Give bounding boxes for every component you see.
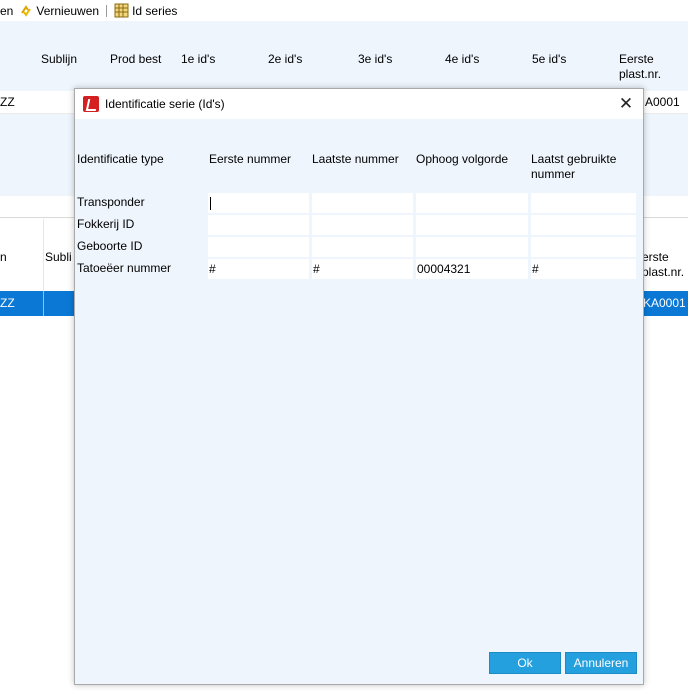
- header-identificatie-type: Identificatie type: [77, 152, 164, 166]
- grid1-col-sublijn[interactable]: Sublijn: [41, 52, 77, 67]
- toolbar: en Vernieuwen Id series: [0, 0, 688, 21]
- toolbar-item-partial-label: en: [0, 3, 14, 18]
- text-caret: [210, 197, 211, 211]
- header-laatst-gebruikte-nummer: Laatst gebruikte nummer: [531, 152, 617, 181]
- refresh-arrows-icon: [21, 4, 32, 17]
- row-type-label: Transponder: [77, 195, 145, 209]
- cell-laatste-nummer[interactable]: [312, 193, 413, 213]
- grid2-row-divider: [43, 291, 44, 316]
- cell-ophoog-volgorde[interactable]: 00004321: [416, 259, 528, 279]
- cell-eerste-nummer[interactable]: #: [208, 259, 309, 279]
- dialog-body: Identificatie type Eerste nummer Laatste…: [75, 119, 643, 684]
- cancel-button[interactable]: Annuleren: [565, 652, 637, 674]
- refresh-button-label: Vernieuwen: [36, 3, 100, 18]
- grid2-row-cell-last: KA0001: [643, 296, 686, 310]
- grid1-col-4e-ids[interactable]: 4e id's: [445, 52, 479, 67]
- toolbar-item-partial[interactable]: en: [0, 0, 13, 21]
- cell-eerste-nummer[interactable]: [208, 193, 309, 213]
- refresh-button[interactable]: Vernieuwen: [19, 0, 99, 21]
- header-eerste-nummer: Eerste nummer: [209, 152, 292, 166]
- cell-eerste-nummer[interactable]: [208, 237, 309, 257]
- grid-table-icon: [114, 3, 129, 18]
- cell-laatst-gebruikte[interactable]: [531, 237, 636, 257]
- grid1-header: Sublijn Prod best 1e id's 2e id's 3e id'…: [0, 21, 688, 91]
- grid2-row-cell: ZZ: [0, 296, 15, 310]
- id-series-button-label: Id series: [132, 3, 178, 18]
- id-series-dialog: Identificatie serie (Id's) ✕ Identificat…: [74, 88, 644, 685]
- grid1-col-eerste-plast[interactable]: Eerste plast.nr.: [619, 52, 679, 82]
- grid1-col-1e-ids[interactable]: 1e id's: [181, 52, 215, 67]
- grid2-col-sublijn[interactable]: Subli: [45, 250, 72, 264]
- grid2-col-divider: [43, 219, 44, 291]
- cell-ophoog-volgorde[interactable]: [416, 215, 528, 235]
- ok-button[interactable]: Ok: [489, 652, 561, 674]
- cell-laatste-nummer[interactable]: [312, 237, 413, 257]
- grid1-col-5e-ids[interactable]: 5e id's: [532, 52, 566, 67]
- cell-ophoog-volgorde[interactable]: [416, 193, 528, 213]
- toolbar-separator: [106, 4, 108, 17]
- close-icon[interactable]: ✕: [615, 93, 637, 115]
- grid1-col-3e-ids[interactable]: 3e id's: [358, 52, 392, 67]
- header-ophoog-volgorde: Ophoog volgorde: [416, 152, 509, 166]
- header-laatste-nummer: Laatste nummer: [312, 152, 399, 166]
- cell-laatst-gebruikte[interactable]: #: [531, 259, 636, 279]
- grid1-row-cell: ZZ: [0, 95, 15, 109]
- row-type-label: Fokkerij ID: [77, 217, 135, 231]
- dialog-titlebar[interactable]: Identificatie serie (Id's): [75, 89, 643, 119]
- cell-eerste-nummer[interactable]: [208, 215, 309, 235]
- grid2-col-left[interactable]: n: [0, 250, 7, 264]
- grid1-col-2e-ids[interactable]: 2e id's: [268, 52, 302, 67]
- cell-laatste-nummer[interactable]: [312, 215, 413, 235]
- cell-ophoog-volgorde[interactable]: [416, 237, 528, 257]
- cell-laatste-nummer[interactable]: #: [312, 259, 413, 279]
- row-type-label: Tatoeëer nummer: [77, 261, 172, 275]
- row-type-label: Geboorte ID: [77, 239, 143, 253]
- id-series-button[interactable]: Id series: [114, 0, 177, 21]
- cell-laatst-gebruikte[interactable]: [531, 193, 636, 213]
- app-logo-icon: [83, 96, 99, 112]
- grid1-col-prod-best[interactable]: Prod best: [110, 52, 161, 67]
- grid2-col-eerste-plast[interactable]: erste plast.nr.: [642, 250, 686, 280]
- cell-laatst-gebruikte[interactable]: [531, 215, 636, 235]
- dialog-title: Identificatie serie (Id's): [105, 97, 225, 111]
- grid1-row-cell-last: A0001: [645, 95, 680, 109]
